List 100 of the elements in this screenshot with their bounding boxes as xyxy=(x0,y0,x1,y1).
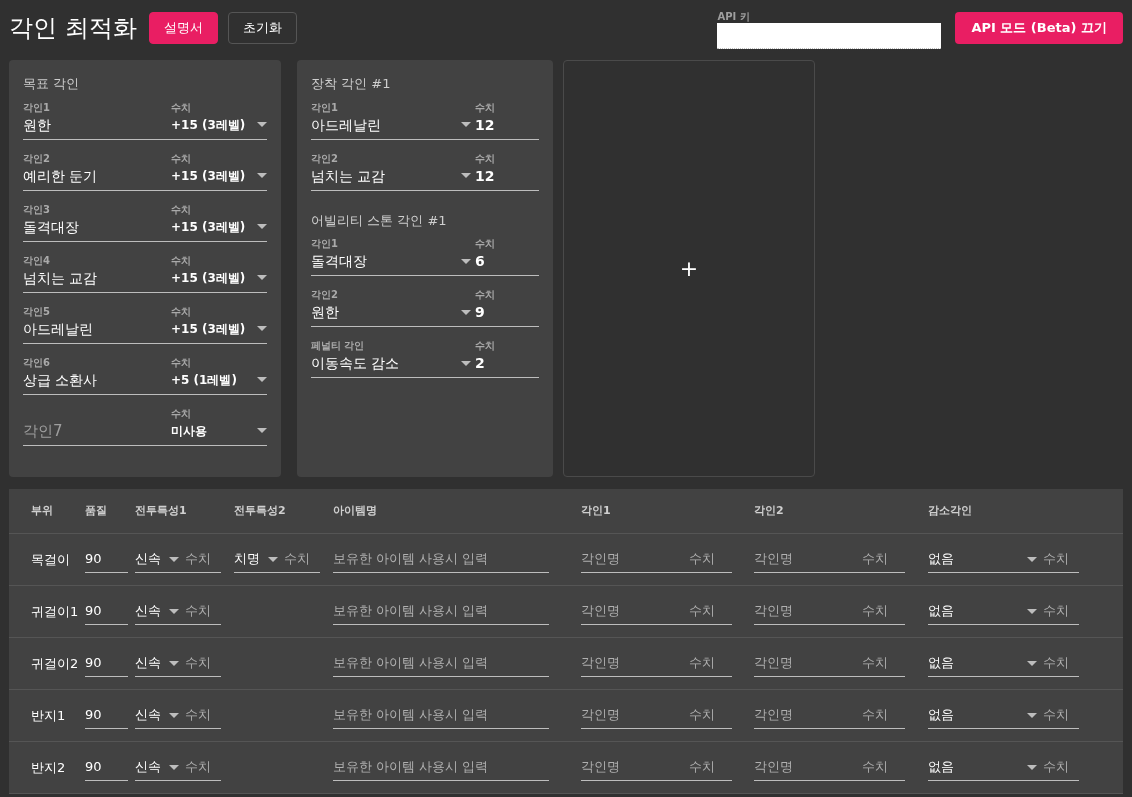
level-select[interactable]: 미사용 xyxy=(171,420,267,441)
engraving-name-input[interactable]: 각인명 xyxy=(754,705,862,725)
level-select[interactable]: +15 (3레벨) xyxy=(171,114,267,135)
card-title: 장착 각인 #1 xyxy=(311,75,392,93)
engraving-name-input[interactable]: 각인명 xyxy=(754,757,862,777)
amount-input[interactable]: 수치 xyxy=(185,705,221,725)
engraving-select[interactable]: 원한 xyxy=(311,302,475,322)
engraving-select[interactable]: 이동속도 감소 xyxy=(311,353,475,373)
select-field[interactable]: 신속 xyxy=(135,757,185,777)
field-label: 각인2 xyxy=(311,151,339,166)
amount-input[interactable]: 수치 xyxy=(862,549,905,569)
engraving-select[interactable]: 돌격대장 xyxy=(23,216,159,237)
amount-input[interactable]: 수치 xyxy=(1043,653,1079,673)
amount-input[interactable]: 2 xyxy=(475,353,539,373)
engraving-select[interactable]: 아드레날린 xyxy=(311,114,475,135)
engraving-name-input[interactable]: 각인명 xyxy=(754,549,862,569)
engraving-name-input[interactable]: 각인명 xyxy=(581,601,689,621)
item-name-input[interactable]: 보유한 아이템 사용시 입력 xyxy=(333,650,549,677)
amount-input[interactable]: 수치 xyxy=(1043,549,1079,569)
field-label: 각인1 xyxy=(311,100,339,115)
select-field[interactable]: 신속 xyxy=(135,705,185,725)
select-field[interactable]: 없음 xyxy=(928,549,1043,569)
caret-icon xyxy=(257,326,267,331)
select-field[interactable]: 신속 xyxy=(135,653,185,673)
select-value: 없음 xyxy=(928,602,954,621)
level-value: +15 (3레벨) xyxy=(171,320,246,338)
amount-input[interactable]: 9 xyxy=(475,302,539,322)
select-value: 없음 xyxy=(928,758,954,777)
select-field[interactable]: 신속 xyxy=(135,549,185,569)
amount-input[interactable]: 수치 xyxy=(284,549,320,569)
item-name-input[interactable]: 보유한 아이템 사용시 입력 xyxy=(333,754,549,781)
amount-input[interactable]: 수치 xyxy=(862,705,905,725)
add-card-button[interactable]: + xyxy=(563,60,815,477)
field-label: 수치 xyxy=(171,406,192,421)
level-select[interactable]: +15 (3레벨) xyxy=(171,165,267,186)
engraving-select[interactable]: 상급 소환사 xyxy=(23,369,159,390)
amount-input[interactable]: 12 xyxy=(475,165,539,186)
level-value: +15 (3레벨) xyxy=(171,269,246,287)
header-button[interactable]: 설명서 xyxy=(148,12,218,44)
level-select[interactable]: +15 (3레벨) xyxy=(171,318,267,339)
engraving-name-input[interactable]: 각인명 xyxy=(581,757,689,777)
quality-input[interactable]: 90 xyxy=(85,598,128,625)
level-select[interactable]: +15 (3레벨) xyxy=(171,216,267,237)
item-name-input[interactable]: 보유한 아이템 사용시 입력 xyxy=(333,702,549,729)
amount-input[interactable]: 수치 xyxy=(862,601,905,621)
level-select[interactable]: +15 (3레벨) xyxy=(171,267,267,288)
amount-input[interactable]: 수치 xyxy=(185,549,221,569)
quality-input[interactable]: 90 xyxy=(85,754,128,781)
select-field[interactable]: 없음 xyxy=(928,653,1043,673)
engraving-select[interactable]: 아드레날린 xyxy=(23,318,159,339)
engraving-select[interactable]: 넘치는 교감 xyxy=(311,165,475,186)
amount-input[interactable]: 6 xyxy=(475,251,539,271)
amount-input[interactable]: 수치 xyxy=(185,653,221,673)
caret-icon xyxy=(461,360,471,366)
amount-input[interactable]: 수치 xyxy=(1043,705,1079,725)
field-label: 수치 xyxy=(171,100,192,115)
slot-label: 반지1 xyxy=(31,706,67,725)
level-value: +15 (3레벨) xyxy=(171,218,246,236)
select-field[interactable]: 치명 xyxy=(234,549,284,569)
amount-input[interactable]: 수치 xyxy=(689,757,732,777)
quality-input[interactable]: 90 xyxy=(85,702,128,729)
api-key-field[interactable] xyxy=(717,23,942,49)
engraving-select[interactable]: 예리한 둔기 xyxy=(23,165,159,186)
select-value: 신속 xyxy=(135,550,161,569)
quality-input[interactable]: 90 xyxy=(85,546,128,573)
engraving-name-input[interactable]: 각인명 xyxy=(754,653,862,673)
amount-input[interactable]: 수치 xyxy=(689,705,732,725)
engraving-name-input[interactable]: 각인명 xyxy=(581,549,689,569)
column-header: 감소각인 xyxy=(928,502,973,519)
engraving-select[interactable]: 넘치는 교감 xyxy=(23,267,159,288)
api-mode-button[interactable]: API 모드 (Beta) 끄기 xyxy=(955,12,1123,44)
amount-input[interactable]: 수치 xyxy=(185,757,221,777)
engraving-name-input[interactable]: 각인명 xyxy=(581,705,689,725)
engraving-name-input[interactable]: 각인명 xyxy=(581,653,689,673)
amount-input[interactable]: 수치 xyxy=(862,653,905,673)
amount-input[interactable]: 수치 xyxy=(1043,601,1079,621)
engraving-name-input[interactable]: 각인명 xyxy=(754,601,862,621)
amount-input[interactable]: 수치 xyxy=(689,653,732,673)
select-field[interactable]: 없음 xyxy=(928,705,1043,725)
select-field[interactable]: 신속 xyxy=(135,601,185,621)
engraving-select[interactable]: 돌격대장 xyxy=(311,251,475,271)
engraving-select[interactable]: 각인7 xyxy=(23,420,159,441)
caret-icon xyxy=(169,556,179,562)
amount-input[interactable]: 수치 xyxy=(1043,757,1079,777)
amount-input[interactable]: 수치 xyxy=(689,601,732,621)
engraving-select[interactable]: 원한 xyxy=(23,114,159,135)
amount-input[interactable]: 12 xyxy=(475,114,539,135)
amount-input[interactable]: 수치 xyxy=(185,601,221,621)
select-value: 신속 xyxy=(135,602,161,621)
item-name-input[interactable]: 보유한 아이템 사용시 입력 xyxy=(333,598,549,625)
quality-input[interactable]: 90 xyxy=(85,650,128,677)
item-name-input[interactable]: 보유한 아이템 사용시 입력 xyxy=(333,546,549,573)
select-field[interactable]: 없음 xyxy=(928,601,1043,621)
amount-input[interactable]: 수치 xyxy=(862,757,905,777)
field-label: 수치 xyxy=(171,151,192,166)
field-label: 각인2 xyxy=(311,288,339,302)
amount-input[interactable]: 수치 xyxy=(689,549,732,569)
level-select[interactable]: +5 (1레벨) xyxy=(171,369,267,390)
select-field[interactable]: 없음 xyxy=(928,757,1043,777)
header-button[interactable]: 초기화 xyxy=(227,12,297,44)
